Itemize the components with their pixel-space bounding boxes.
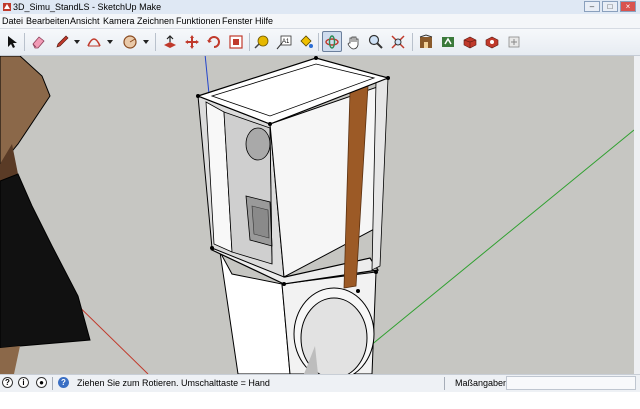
- title-bar: 3D_Simu_StandLS - SketchUp Make – □ ×: [0, 0, 640, 14]
- window-controls: – □ ×: [584, 1, 636, 12]
- menu-fenster[interactable]: Fenster: [222, 16, 253, 26]
- measurements-label: Maßangaben: [455, 378, 509, 388]
- get-components-icon: [463, 36, 477, 48]
- extension-warehouse-icon: [485, 36, 499, 48]
- eraser-tool-button[interactable]: [28, 31, 48, 52]
- main-toolbar: A1: [0, 29, 640, 56]
- pencil-tool-button[interactable]: [52, 31, 72, 52]
- toolbar-separator: [412, 33, 413, 51]
- zoom-icon: [368, 34, 383, 49]
- push-pull-tool-button[interactable]: [160, 31, 180, 52]
- status-bar: ? i ● ? Ziehen Sie zum Rotieren. Umschal…: [0, 374, 640, 392]
- toolbar-separator: [155, 33, 156, 51]
- menu-ansicht[interactable]: Ansicht: [70, 16, 100, 26]
- menu-zeichnen[interactable]: Zeichnen: [137, 16, 174, 26]
- svg-text:A1: A1: [282, 39, 290, 45]
- select-arrow-icon: [8, 35, 17, 48]
- credits-icon[interactable]: i: [18, 377, 29, 388]
- toolbar-separator: [249, 33, 250, 51]
- menu-kamera[interactable]: Kamera: [103, 16, 135, 26]
- circle-dropdown-arrow[interactable]: [143, 40, 149, 44]
- modeling-viewport[interactable]: [0, 56, 634, 374]
- zoom-tool-button[interactable]: [366, 31, 386, 52]
- paint-bucket-tool-button[interactable]: [296, 31, 316, 52]
- status-divider: [52, 377, 53, 390]
- geo-location-icon[interactable]: ?: [2, 377, 13, 388]
- help-icon[interactable]: ?: [58, 377, 69, 388]
- extension-warehouse-button[interactable]: [482, 31, 502, 52]
- scale-tool-button[interactable]: [226, 31, 246, 52]
- share-model-button[interactable]: [438, 31, 458, 52]
- zoom-extents-icon: [391, 34, 405, 49]
- minimize-button[interactable]: –: [584, 1, 600, 12]
- measurements-input[interactable]: [506, 376, 636, 390]
- arc-dropdown-arrow[interactable]: [107, 40, 113, 44]
- pan-hand-icon: [347, 36, 359, 49]
- pencil-dropdown-arrow[interactable]: [74, 40, 80, 44]
- extension-manager-button[interactable]: [504, 31, 524, 52]
- orbit-tool-button[interactable]: [322, 31, 342, 52]
- menu-hilfe[interactable]: Hilfe: [255, 16, 273, 26]
- select-tool-button[interactable]: [2, 31, 22, 52]
- pencil-icon: [56, 35, 69, 48]
- pan-tool-button[interactable]: [344, 31, 364, 52]
- menu-bar: Datei Bearbeiten Ansicht Kamera Zeichnen…: [0, 14, 640, 29]
- text-tool-button[interactable]: A1: [274, 31, 294, 52]
- extension-manager-icon: [508, 36, 520, 47]
- tape-measure-icon: [254, 35, 269, 49]
- zoom-extents-tool-button[interactable]: [388, 31, 408, 52]
- menu-funktionen[interactable]: Funktionen: [176, 16, 221, 26]
- 3d-warehouse-icon: [419, 33, 433, 48]
- move-icon: [185, 34, 199, 49]
- window-title: 3D_Simu_StandLS - SketchUp Make: [13, 2, 162, 12]
- push-pull-icon: [164, 34, 176, 48]
- move-tool-button[interactable]: [182, 31, 202, 52]
- text-icon: A1: [276, 35, 292, 49]
- orbit-icon: [325, 34, 339, 49]
- arc-tool-button[interactable]: [84, 31, 104, 52]
- sketchup-app-icon: [3, 3, 11, 11]
- model-canvas[interactable]: [0, 56, 634, 374]
- status-divider: [444, 377, 445, 390]
- 3d-warehouse-button[interactable]: [416, 31, 436, 52]
- toolbar-separator: [24, 33, 25, 51]
- rotate-icon: [207, 35, 220, 48]
- circle-tool-button[interactable]: [120, 31, 140, 52]
- scale-icon: [229, 34, 243, 49]
- paint-bucket-icon: [300, 34, 313, 48]
- tape-measure-tool-button[interactable]: [252, 31, 272, 52]
- user-account-icon[interactable]: ●: [36, 377, 47, 388]
- viewport-scrollbar[interactable]: [634, 56, 640, 374]
- window-bottom-edge: [0, 392, 640, 409]
- share-model-icon: [442, 36, 454, 47]
- get-components-button[interactable]: [460, 31, 480, 52]
- toolbar-separator: [318, 33, 319, 51]
- maximize-button[interactable]: □: [602, 1, 618, 12]
- close-button[interactable]: ×: [620, 1, 636, 12]
- circle-icon: [123, 34, 137, 49]
- eraser-icon: [32, 35, 45, 48]
- arc-icon: [87, 37, 101, 46]
- rotate-tool-button[interactable]: [204, 31, 224, 52]
- menu-bearbeiten[interactable]: Bearbeiten: [26, 16, 70, 26]
- menu-datei[interactable]: Datei: [2, 16, 23, 26]
- status-hint: Ziehen Sie zum Rotieren. Umschalttaste =…: [77, 378, 270, 388]
